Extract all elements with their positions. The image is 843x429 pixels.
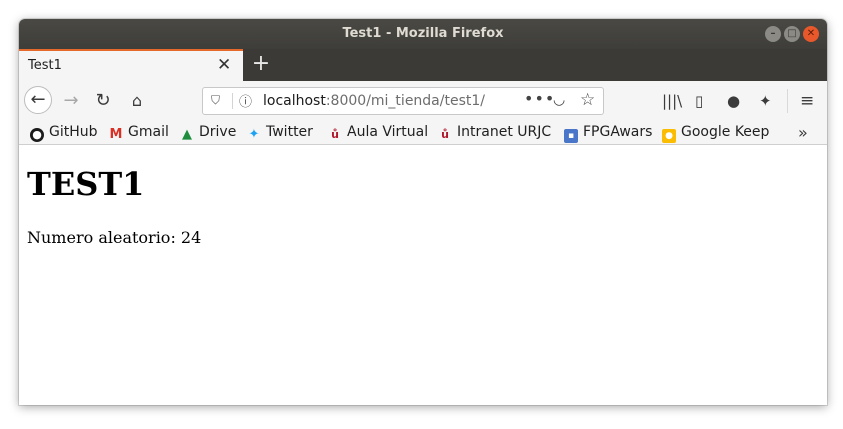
browser-window: Test1 - Mozilla Firefox – □ ✕ Test1 ✕ + … bbox=[19, 19, 827, 405]
bookmark-label: Google Keep bbox=[681, 124, 770, 140]
random-number-text: Numero aleatorio: 24 bbox=[27, 228, 202, 247]
bookmark-label: Gmail bbox=[128, 124, 169, 140]
bookmark-drive[interactable]: ▲ Drive bbox=[180, 124, 236, 142]
bookmark-label: Drive bbox=[199, 124, 237, 140]
bookmarks-toolbar: ● GitHub M Gmail ▲ Drive ✦ Twitter ů Aula Vir… bbox=[19, 121, 827, 145]
close-window-button[interactable]: ✕ bbox=[803, 26, 819, 42]
reload-button[interactable]: ↻ bbox=[91, 90, 115, 112]
page-actions-icon[interactable]: ••• bbox=[524, 89, 555, 108]
bookmark-twitter[interactable]: ✦ Twitter bbox=[247, 124, 313, 142]
close-tab-icon[interactable]: ✕ bbox=[217, 55, 231, 75]
forward-button[interactable]: → bbox=[59, 90, 83, 112]
url-path: :8000/mi_tienda/test1/ bbox=[325, 93, 485, 109]
bookmark-aula-virtual[interactable]: ů Aula Virtual bbox=[328, 124, 428, 142]
navigation-toolbar: ← → ↻ ⌂ ⛉ ⓘ localhost:8000/mi_tienda/tes… bbox=[19, 81, 827, 121]
minimize-button[interactable]: – bbox=[765, 26, 781, 42]
urjc-icon: ů bbox=[441, 128, 449, 141]
pocket-icon[interactable]: ◡ bbox=[553, 92, 565, 108]
bookmark-label: Twitter bbox=[266, 124, 313, 140]
bookmark-intranet-urjc[interactable]: ů Intranet URJC bbox=[438, 124, 551, 142]
urjc-icon: ů bbox=[331, 128, 339, 141]
bookmark-label: FPGAwars bbox=[583, 124, 653, 140]
url-text[interactable]: localhost:8000/mi_tienda/test1/ bbox=[263, 93, 485, 109]
window-title: Test1 - Mozilla Firefox bbox=[342, 26, 504, 41]
page-content: TEST1 Numero aleatorio: 24 bbox=[19, 145, 827, 405]
bookmark-fpgawars[interactable]: ▪ FPGAwars bbox=[564, 124, 652, 143]
toolbar-divider bbox=[787, 89, 788, 113]
account-icon[interactable]: ● bbox=[727, 91, 740, 111]
bookmark-label: Intranet URJC bbox=[457, 124, 552, 140]
gnome-extension-icon[interactable]: ✦ bbox=[759, 91, 772, 111]
title-bar: Test1 - Mozilla Firefox – □ ✕ bbox=[19, 19, 827, 49]
keep-icon: ● bbox=[662, 129, 676, 143]
tab-title: Test1 bbox=[28, 58, 62, 73]
drive-icon: ▲ bbox=[182, 127, 192, 142]
new-tab-button[interactable]: + bbox=[249, 51, 273, 77]
bookmark-label: GitHub bbox=[49, 124, 98, 140]
hamburger-menu-icon[interactable]: ≡ bbox=[800, 91, 814, 111]
page-heading: TEST1 bbox=[27, 165, 145, 203]
bookmark-star-icon[interactable]: ☆ bbox=[580, 90, 595, 110]
bookmarks-overflow-icon[interactable]: » bbox=[798, 123, 808, 142]
twitter-icon: ✦ bbox=[248, 127, 260, 142]
address-bar-divider bbox=[232, 93, 233, 109]
tab-test1[interactable]: Test1 ✕ bbox=[19, 49, 243, 81]
sidebar-icon[interactable]: ▯ bbox=[695, 91, 703, 111]
gmail-icon: M bbox=[109, 127, 123, 142]
back-button[interactable]: ← bbox=[24, 86, 52, 114]
site-info-icon[interactable]: ⓘ bbox=[239, 91, 252, 110]
bookmark-github[interactable]: ● GitHub bbox=[30, 124, 98, 142]
bookmark-label: Aula Virtual bbox=[347, 124, 429, 140]
maximize-button[interactable]: □ bbox=[784, 26, 800, 42]
bookmark-google-keep[interactable]: ● Google Keep bbox=[662, 124, 769, 143]
fpgawars-icon: ▪ bbox=[564, 129, 578, 143]
home-button[interactable]: ⌂ bbox=[125, 90, 149, 112]
url-host: localhost bbox=[263, 93, 326, 109]
library-icon[interactable]: |||\ bbox=[662, 91, 682, 111]
github-icon: ● bbox=[30, 128, 44, 142]
tab-strip: Test1 ✕ + bbox=[19, 49, 827, 81]
bookmark-gmail[interactable]: M Gmail bbox=[109, 124, 169, 142]
tracking-protection-shield-icon[interactable]: ⛉ bbox=[211, 93, 220, 108]
address-bar[interactable]: ⛉ ⓘ localhost:8000/mi_tienda/test1/ ••• … bbox=[202, 87, 604, 115]
